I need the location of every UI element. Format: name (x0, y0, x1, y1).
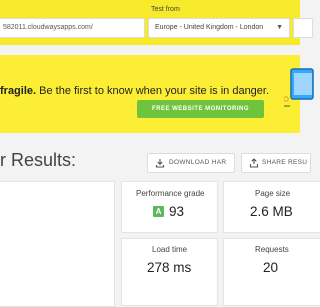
location-select-value: Europe - United Kingdom - London (155, 24, 264, 31)
download-icon (155, 159, 165, 168)
compare-button[interactable] (293, 18, 313, 38)
screenshot-card (0, 181, 115, 307)
monitoring-banner: fragile. Be the first to know when your … (0, 55, 314, 133)
download-har-button[interactable]: DOWNLOAD HAR (147, 153, 235, 173)
banner-text-bold: fragile. (0, 85, 37, 97)
load-time-label: Load time (152, 245, 188, 254)
share-results-button[interactable]: SHARE RESU (241, 153, 311, 173)
requests-value: 20 (263, 260, 279, 275)
banner-text: fragile. Be the first to know when your … (0, 85, 269, 97)
location-select[interactable]: Europe - United Kingdom - London ▼ (148, 18, 290, 38)
results-title: r Results: (0, 150, 77, 170)
load-time-value: 278 ms (147, 260, 192, 275)
top-bar: 582011.cloudwaysapps.com/ Test from Euro… (0, 0, 313, 45)
requests-label: Requests (255, 245, 289, 254)
grade-badge: A (153, 206, 164, 217)
free-website-monitoring-button[interactable]: FREE WEBSITE MONITORING (137, 100, 264, 118)
share-results-label: SHARE RESU (262, 159, 308, 166)
page-size-label: Page size (255, 189, 291, 198)
test-from-label: Test from (151, 6, 180, 13)
url-input[interactable]: 582011.cloudwaysapps.com/ (0, 18, 145, 38)
download-har-label: DOWNLOAD HAR (169, 159, 227, 166)
banner-text-rest: Be the first to know when your site is i… (36, 85, 270, 97)
monitor-illustration (284, 68, 314, 107)
performance-grade-label: Performance grade (136, 189, 205, 198)
page-size-value: 2.6 MB (250, 204, 293, 219)
share-icon (249, 158, 259, 168)
performance-grade-value: 93 (169, 204, 185, 219)
chevron-down-icon: ▼ (276, 24, 283, 31)
